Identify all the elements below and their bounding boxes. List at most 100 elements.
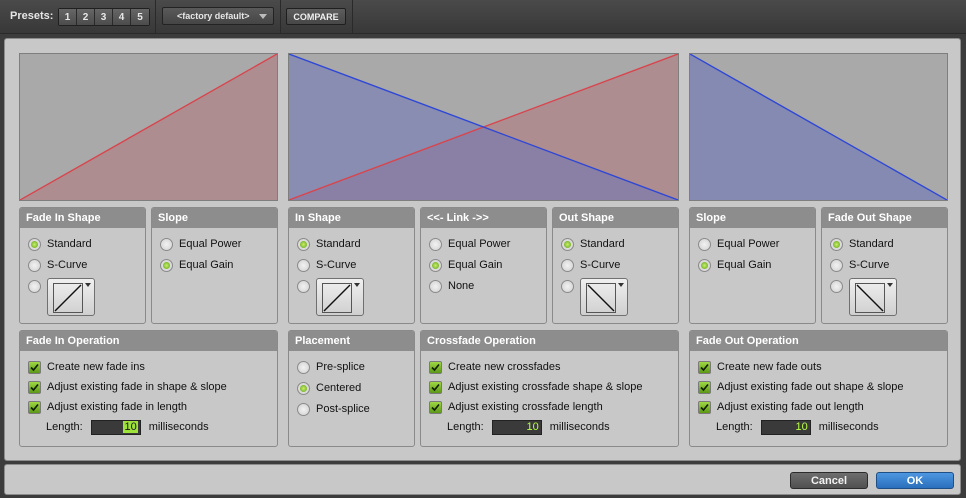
radio-standard[interactable]: Standard bbox=[297, 237, 361, 251]
radio-icon[interactable] bbox=[28, 279, 41, 293]
radio-centered[interactable]: Centered bbox=[297, 381, 361, 395]
radio-icon[interactable] bbox=[297, 381, 310, 395]
preset-dropdown-value: <factory default> bbox=[177, 11, 250, 21]
radio-custom[interactable] bbox=[28, 279, 47, 293]
radio-icon[interactable] bbox=[160, 237, 173, 251]
radio-icon[interactable] bbox=[561, 237, 574, 251]
radio-icon[interactable] bbox=[429, 258, 442, 272]
linear-down-curve-icon bbox=[855, 283, 885, 313]
panel-title: <<- Link ->> bbox=[421, 208, 546, 228]
fade-out-length-input[interactable]: 10 bbox=[760, 419, 811, 435]
checkbox-adjust-fade-in-shape[interactable]: Adjust existing fade in shape & slope bbox=[28, 380, 227, 394]
checkmark-icon[interactable] bbox=[28, 360, 41, 374]
checkbox-adjust-crossfade-shape[interactable]: Adjust existing crossfade shape & slope bbox=[429, 380, 642, 394]
radio-equal-power[interactable]: Equal Power bbox=[429, 237, 510, 251]
radio-icon[interactable] bbox=[297, 279, 310, 293]
radio-equal-gain[interactable]: Equal Gain bbox=[160, 258, 233, 272]
preset-3-button[interactable]: 3 bbox=[95, 9, 113, 25]
preset-1-button[interactable]: 1 bbox=[59, 9, 77, 25]
radio-post-splice[interactable]: Post-splice bbox=[297, 402, 370, 416]
radio-custom[interactable] bbox=[561, 279, 580, 293]
radio-icon[interactable] bbox=[429, 279, 442, 293]
toolbar: Presets: 1 2 3 4 5 <factory default> COM… bbox=[0, 0, 966, 34]
radio-s-curve[interactable]: S-Curve bbox=[28, 258, 87, 272]
crossfade-out-shape-panel: Out Shape Standard S-Curve bbox=[552, 207, 679, 324]
checkbox-adjust-fade-in-length[interactable]: Adjust existing fade in length bbox=[28, 400, 187, 414]
fade-out-length-row: Length: 10 milliseconds bbox=[716, 419, 879, 435]
checkmark-icon[interactable] bbox=[429, 360, 442, 374]
fade-out-shape-selector[interactable] bbox=[849, 278, 897, 316]
preset-4-button[interactable]: 4 bbox=[113, 9, 131, 25]
radio-icon[interactable] bbox=[429, 237, 442, 251]
radio-icon[interactable] bbox=[561, 279, 574, 293]
radio-s-curve[interactable]: S-Curve bbox=[297, 258, 356, 272]
radio-icon[interactable] bbox=[561, 258, 574, 272]
toolbar-divider bbox=[155, 0, 156, 34]
fade-in-shape-selector[interactable] bbox=[47, 278, 95, 316]
radio-s-curve[interactable]: S-Curve bbox=[830, 258, 889, 272]
checkmark-icon[interactable] bbox=[429, 400, 442, 414]
radio-equal-power[interactable]: Equal Power bbox=[698, 237, 779, 251]
option-label: Equal Gain bbox=[717, 259, 772, 271]
radio-icon[interactable] bbox=[830, 258, 843, 272]
in-shape-selector[interactable] bbox=[316, 278, 364, 316]
checkmark-icon[interactable] bbox=[698, 400, 711, 414]
radio-icon[interactable] bbox=[297, 237, 310, 251]
radio-none[interactable]: None bbox=[429, 279, 474, 293]
radio-custom[interactable] bbox=[297, 279, 316, 293]
crossfade-length-input[interactable]: 10 bbox=[491, 419, 542, 435]
length-label: Length: bbox=[716, 421, 753, 433]
fade-in-length-input[interactable]: 10 bbox=[90, 419, 141, 435]
fade-out-operation-panel: Fade Out Operation Create new fade outs … bbox=[689, 330, 948, 447]
chevron-down-icon bbox=[354, 283, 360, 287]
checkmark-icon[interactable] bbox=[28, 400, 41, 414]
panel-title: Fade In Shape bbox=[20, 208, 145, 228]
radio-standard[interactable]: Standard bbox=[561, 237, 625, 251]
compare-button[interactable]: COMPARE bbox=[286, 8, 346, 25]
checkmark-icon[interactable] bbox=[698, 380, 711, 394]
panel-title: Crossfade Operation bbox=[421, 331, 678, 351]
radio-pre-splice[interactable]: Pre-splice bbox=[297, 360, 365, 374]
radio-s-curve[interactable]: S-Curve bbox=[561, 258, 620, 272]
option-label: Equal Gain bbox=[179, 259, 234, 271]
preset-2-button[interactable]: 2 bbox=[77, 9, 95, 25]
checkbox-create-new-crossfades[interactable]: Create new crossfades bbox=[429, 360, 561, 374]
option-label: Pre-splice bbox=[316, 361, 365, 373]
link-panel: <<- Link ->> Equal Power Equal Gain None bbox=[420, 207, 547, 324]
option-label: Standard bbox=[47, 238, 92, 250]
preset-5-button[interactable]: 5 bbox=[131, 9, 149, 25]
radio-standard[interactable]: Standard bbox=[28, 237, 92, 251]
radio-icon[interactable] bbox=[160, 258, 173, 272]
checkbox-adjust-fade-out-length[interactable]: Adjust existing fade out length bbox=[698, 400, 864, 414]
ok-button[interactable]: OK bbox=[876, 472, 954, 489]
radio-equal-gain[interactable]: Equal Gain bbox=[429, 258, 502, 272]
radio-icon[interactable] bbox=[698, 237, 711, 251]
radio-icon[interactable] bbox=[830, 279, 843, 293]
checkbox-adjust-crossfade-length[interactable]: Adjust existing crossfade length bbox=[429, 400, 603, 414]
length-label: Length: bbox=[46, 421, 83, 433]
option-label: Adjust existing fade out shape & slope bbox=[717, 381, 904, 393]
radio-icon[interactable] bbox=[28, 237, 41, 251]
checkbox-create-new-fade-outs[interactable]: Create new fade outs bbox=[698, 360, 822, 374]
checkmark-icon[interactable] bbox=[28, 380, 41, 394]
radio-icon[interactable] bbox=[297, 258, 310, 272]
cancel-button[interactable]: Cancel bbox=[790, 472, 868, 489]
radio-equal-gain[interactable]: Equal Gain bbox=[698, 258, 771, 272]
radio-icon[interactable] bbox=[297, 360, 310, 374]
checkbox-adjust-fade-out-shape[interactable]: Adjust existing fade out shape & slope bbox=[698, 380, 904, 394]
out-shape-selector[interactable] bbox=[580, 278, 628, 316]
checkmark-icon[interactable] bbox=[429, 380, 442, 394]
option-label: Standard bbox=[849, 238, 894, 250]
chevron-down-icon bbox=[85, 283, 91, 287]
radio-equal-power[interactable]: Equal Power bbox=[160, 237, 241, 251]
length-value: 10 bbox=[526, 420, 539, 433]
radio-custom[interactable] bbox=[830, 279, 849, 293]
checkmark-icon[interactable] bbox=[698, 360, 711, 374]
preset-dropdown[interactable]: <factory default> bbox=[162, 7, 274, 25]
radio-icon[interactable] bbox=[698, 258, 711, 272]
radio-icon[interactable] bbox=[28, 258, 41, 272]
radio-standard[interactable]: Standard bbox=[830, 237, 894, 251]
checkbox-create-new-fade-ins[interactable]: Create new fade ins bbox=[28, 360, 145, 374]
radio-icon[interactable] bbox=[830, 237, 843, 251]
radio-icon[interactable] bbox=[297, 402, 310, 416]
